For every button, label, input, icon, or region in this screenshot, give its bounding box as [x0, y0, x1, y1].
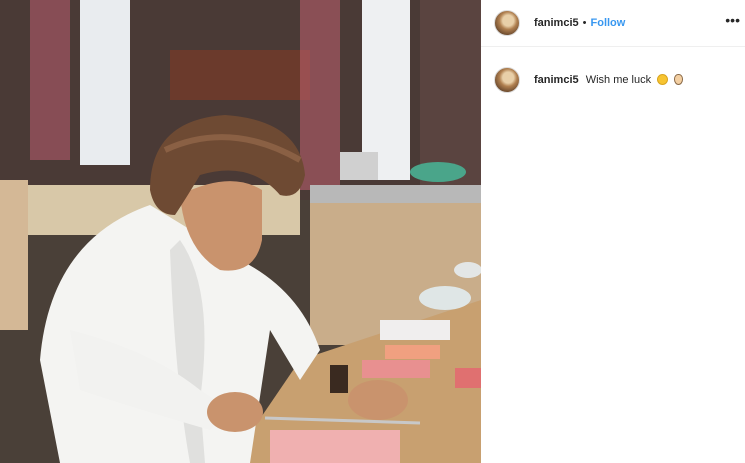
separator-dot: •	[582, 17, 587, 29]
ok-hand-icon	[674, 74, 684, 85]
caption-text-wrapper: fanimci5 Wish me luck	[534, 74, 684, 86]
smiling-face-icon	[657, 74, 669, 85]
caption-comment: fanimci5 Wish me luck	[481, 47, 745, 93]
post-sidebar: fanimci5 • Follow ••• fanimci5 Wish me l…	[481, 0, 745, 463]
post-header: fanimci5 • Follow •••	[481, 0, 745, 47]
caption-username[interactable]: fanimci5	[534, 74, 579, 86]
more-options-icon[interactable]: •••	[725, 13, 740, 27]
caption-avatar[interactable]	[494, 67, 520, 93]
post-photo[interactable]	[0, 0, 481, 463]
username-link[interactable]: fanimci5	[534, 17, 579, 29]
follow-button[interactable]: Follow	[591, 17, 626, 29]
caption-text: Wish me luck	[585, 74, 652, 86]
avatar[interactable]	[494, 10, 520, 36]
